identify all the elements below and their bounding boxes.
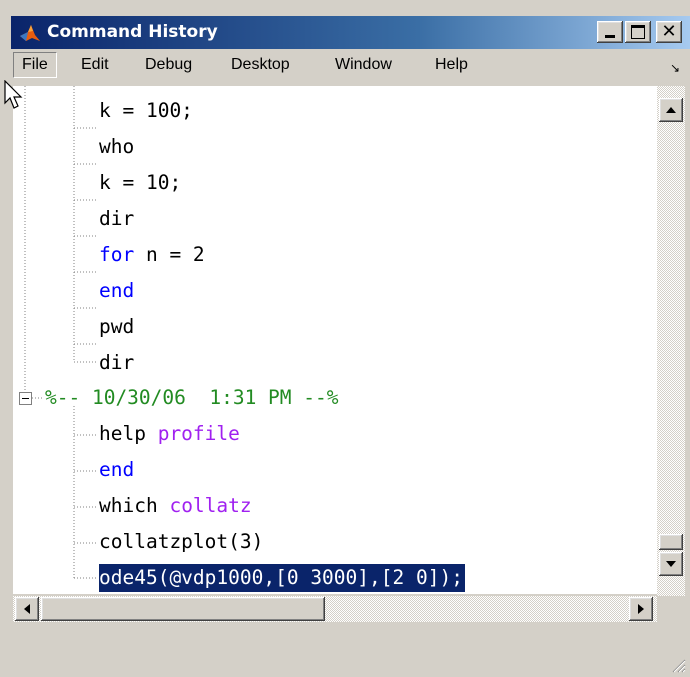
vertical-scrollbar[interactable] — [657, 86, 685, 596]
matlab-logo-icon — [20, 25, 40, 41]
maximize-button[interactable] — [625, 21, 651, 43]
history-entry[interactable]: pwd — [99, 313, 134, 341]
close-button[interactable]: ✕ — [656, 21, 682, 43]
scroll-up-button[interactable] — [659, 98, 683, 122]
arrow-down-icon — [666, 561, 676, 567]
menu-debug[interactable]: Debug — [145, 56, 192, 74]
history-list[interactable]: k = 100; who k = 10; dir for n = 2 end p… — [13, 86, 657, 594]
menu-overflow-icon[interactable]: ↘ — [670, 61, 680, 75]
menu-bar: File Edit Debug Desktop Window Help ↘ — [11, 49, 690, 82]
maximize-icon — [631, 25, 645, 39]
vertical-scroll-thumb[interactable] — [659, 534, 683, 550]
close-icon: ✕ — [661, 21, 677, 42]
keyword: end — [99, 458, 135, 481]
history-entry[interactable]: help profile — [99, 420, 240, 448]
entry-text: which — [99, 494, 170, 517]
history-entry[interactable]: end — [99, 456, 134, 484]
keyword: end — [99, 279, 135, 302]
collapse-toggle-icon[interactable] — [19, 392, 32, 405]
entry-arg: profile — [157, 422, 240, 445]
scrollbar-corner — [657, 596, 685, 622]
history-entry[interactable]: dir — [99, 205, 134, 233]
status-bar — [11, 626, 690, 677]
arrow-right-icon — [638, 604, 644, 614]
scroll-left-button[interactable] — [15, 597, 39, 621]
horizontal-scroll-thumb[interactable] — [41, 597, 325, 621]
history-entry[interactable]: k = 10; — [99, 169, 181, 197]
history-entry[interactable]: who — [99, 133, 134, 161]
menu-desktop[interactable]: Desktop — [231, 56, 290, 74]
title-bar[interactable]: Command History ✕ — [11, 16, 690, 49]
menu-help[interactable]: Help — [435, 56, 468, 74]
resize-grip-icon[interactable] — [670, 657, 686, 673]
arrow-left-icon — [24, 604, 30, 614]
scroll-right-button[interactable] — [629, 597, 653, 621]
history-entry[interactable]: for n = 2 — [99, 241, 205, 269]
history-entry-selected[interactable]: ode45(@vdp1000,[0 3000],[2 0]); — [99, 564, 465, 592]
entry-text: help — [99, 422, 158, 445]
session-header[interactable]: %-- 10/30/06 1:31 PM --% — [45, 384, 339, 412]
entry-arg: collatz — [169, 494, 252, 517]
horizontal-scrollbar[interactable] — [13, 596, 657, 622]
menu-file[interactable]: File — [13, 52, 57, 78]
entry-rest: n = 2 — [134, 243, 205, 266]
keyword: for — [99, 243, 135, 266]
minimize-button[interactable] — [597, 21, 623, 43]
window-title: Command History — [47, 22, 218, 42]
mouse-cursor-icon — [4, 80, 23, 109]
menu-edit[interactable]: Edit — [81, 56, 109, 74]
history-entry[interactable]: dir — [99, 349, 134, 377]
history-entry[interactable]: collatzplot(3) — [99, 528, 263, 556]
history-entry[interactable]: which collatz — [99, 492, 252, 520]
menu-window[interactable]: Window — [335, 56, 392, 74]
arrow-up-icon — [666, 107, 676, 113]
command-history-window: Command History ✕ File Edit Debug Deskto… — [11, 16, 690, 677]
scroll-down-button[interactable] — [659, 552, 683, 576]
history-entry[interactable]: end — [99, 277, 134, 305]
history-entry[interactable]: k = 100; — [99, 97, 193, 125]
minimize-icon — [605, 35, 615, 38]
